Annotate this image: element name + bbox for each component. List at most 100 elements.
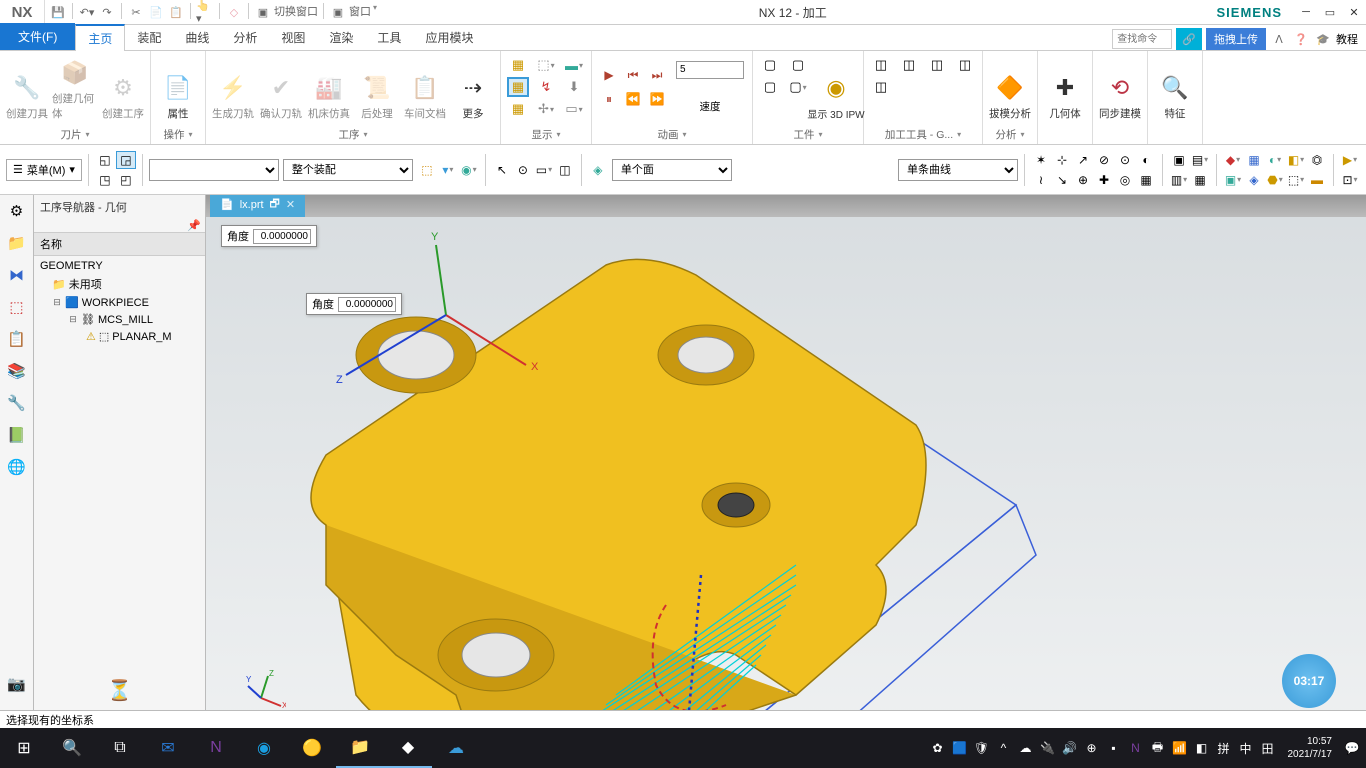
group-tool-label[interactable]: 刀片 bbox=[4, 125, 146, 144]
sync-modeling-button[interactable]: ⟲同步建模 bbox=[1097, 53, 1143, 121]
wp-btn-2[interactable]: ▢ bbox=[759, 77, 781, 97]
taskview-button[interactable]: ⧉ bbox=[96, 728, 144, 768]
help-icon[interactable]: ❓ bbox=[1292, 30, 1310, 48]
minimize-button[interactable]: ─ bbox=[1294, 2, 1318, 22]
search-button[interactable]: 🔍 bbox=[48, 728, 96, 768]
ime-grid-icon[interactable]: 田 bbox=[1258, 738, 1278, 758]
tray-power-icon[interactable]: 🔌 bbox=[1038, 738, 1058, 758]
assembly-filter-dd[interactable]: 整个装配 bbox=[283, 159, 413, 181]
grp-a2[interactable]: ▤ bbox=[1190, 151, 1210, 169]
tray-misc-icon[interactable]: ◧ bbox=[1192, 738, 1212, 758]
tab-file[interactable]: 文件(F) bbox=[0, 23, 75, 50]
window-menu-label[interactable]: 窗口 bbox=[349, 3, 371, 21]
tool-a3[interactable]: ◐ bbox=[1265, 151, 1285, 169]
tool-b5[interactable]: ▬ bbox=[1307, 171, 1327, 189]
angle-field-1[interactable] bbox=[253, 229, 311, 244]
cam-btn-4[interactable]: ◫ bbox=[926, 55, 948, 75]
link-button[interactable]: 🔗 bbox=[1176, 28, 1202, 50]
group-analysis-label[interactable]: 分析 bbox=[987, 125, 1033, 144]
switch-window-icon[interactable]: ▣ bbox=[254, 3, 272, 21]
face-filter-dd[interactable]: 单个面 bbox=[612, 159, 732, 181]
grp-b2[interactable]: ▦ bbox=[1190, 171, 1210, 189]
skip-fwd-button[interactable]: ⏩ bbox=[648, 90, 666, 108]
touch-icon[interactable]: 👆▾ bbox=[196, 3, 214, 21]
mail-app-icon[interactable]: ✉ bbox=[144, 728, 192, 768]
close-button[interactable]: ✕ bbox=[1342, 2, 1366, 22]
group-anim-label[interactable]: 动画 bbox=[596, 125, 748, 144]
pause-button[interactable]: ⏸ bbox=[600, 90, 618, 108]
browser-icon[interactable]: 🌐 bbox=[5, 455, 29, 479]
tray-defender-icon[interactable]: ⊕ bbox=[1082, 738, 1102, 758]
command-finder-input[interactable] bbox=[1112, 29, 1172, 49]
notifications-icon[interactable]: 💬 bbox=[1342, 738, 1362, 758]
cam-btn-2[interactable]: ◫ bbox=[870, 77, 892, 97]
end-a1[interactable]: ▶ bbox=[1340, 151, 1360, 169]
sel-ico-3[interactable]: ◳ bbox=[95, 171, 115, 189]
skip-back-button[interactable]: ⏪ bbox=[624, 90, 642, 108]
tray-printer-icon[interactable]: 🖶 bbox=[1148, 738, 1168, 758]
properties-button[interactable]: 📄属性 bbox=[155, 53, 201, 121]
explorer-app-icon[interactable]: 📁 bbox=[336, 728, 384, 768]
snap-b2[interactable]: ↘ bbox=[1052, 171, 1072, 189]
more-button[interactable]: ⇢更多 bbox=[450, 53, 496, 121]
disp-btn-3[interactable]: ▦ bbox=[507, 99, 529, 119]
show-3d-ipw-button[interactable]: ◉显示 3D IPW bbox=[813, 53, 859, 121]
cam-btn-5[interactable]: ◫ bbox=[954, 55, 976, 75]
tree-workpiece[interactable]: ⊟🟦 WORKPIECE bbox=[34, 294, 205, 311]
grp-b1[interactable]: ▥ bbox=[1169, 171, 1189, 189]
step-fwd-button[interactable]: ⏭ bbox=[648, 66, 666, 84]
tab-analysis[interactable]: 分析 bbox=[221, 25, 269, 50]
redo-icon[interactable]: ↷ bbox=[98, 3, 116, 21]
snap-ico-1[interactable]: ⬚ bbox=[417, 161, 437, 179]
tray-app-icon[interactable]: 🟦 bbox=[950, 738, 970, 758]
tab-render[interactable]: 渲染 bbox=[317, 25, 365, 50]
tab-tools[interactable]: 工具 bbox=[365, 25, 413, 50]
geom-nav-icon[interactable]: ⬚ bbox=[5, 295, 29, 319]
snap-ico-2[interactable]: ▾ bbox=[438, 161, 458, 179]
maximize-button[interactable]: ▭ bbox=[1318, 2, 1342, 22]
end-b1[interactable]: ⊡ bbox=[1340, 171, 1360, 189]
grp-a1[interactable]: ▣ bbox=[1169, 151, 1189, 169]
tool-b1[interactable]: ▣ bbox=[1223, 171, 1243, 189]
tutorial-icon[interactable]: 🎓 bbox=[1314, 30, 1332, 48]
camera-icon[interactable]: 📷 bbox=[5, 672, 29, 696]
disp-btn-9[interactable]: ▭ bbox=[563, 99, 585, 119]
angle-field-2[interactable] bbox=[338, 297, 396, 312]
tray-onenote-icon[interactable]: N bbox=[1126, 738, 1146, 758]
tab-assemblies[interactable]: 装配 bbox=[125, 25, 173, 50]
tray-shield-icon[interactable]: 🛡 bbox=[972, 738, 992, 758]
snap-a6[interactable]: ◐ bbox=[1136, 151, 1156, 169]
nx-app-icon[interactable]: ◆ bbox=[384, 728, 432, 768]
tool-b2[interactable]: ◈ bbox=[1244, 171, 1264, 189]
snap-ico-7[interactable]: ◫ bbox=[555, 161, 575, 179]
mctool-icon[interactable]: ⧓ bbox=[5, 263, 29, 287]
roles-icon[interactable]: 📗 bbox=[5, 423, 29, 447]
snap-b4[interactable]: ✚ bbox=[1094, 171, 1114, 189]
tutorial-label[interactable]: 教程 bbox=[1336, 31, 1358, 47]
drag-upload-button[interactable]: 拖拽上传 bbox=[1206, 28, 1266, 50]
cam-btn-1[interactable]: ◫ bbox=[870, 55, 892, 75]
snap-b3[interactable]: ⊕ bbox=[1073, 171, 1093, 189]
step-back-button[interactable]: ⏮ bbox=[624, 66, 642, 84]
snap-b6[interactable]: ▦ bbox=[1136, 171, 1156, 189]
edge-app-icon[interactable]: ◉ bbox=[240, 728, 288, 768]
settings-icon[interactable]: ⚙ bbox=[5, 199, 29, 223]
snap-ico-6[interactable]: ▭ bbox=[534, 161, 554, 179]
nav-column-name[interactable]: 名称 bbox=[34, 232, 205, 256]
tool-b4[interactable]: ⬚ bbox=[1286, 171, 1306, 189]
snap-a2[interactable]: ⊹ bbox=[1052, 151, 1072, 169]
tab-application[interactable]: 应用模块 bbox=[413, 25, 485, 50]
snap-b5[interactable]: ◎ bbox=[1115, 171, 1135, 189]
feature-button[interactable]: 🔍特征 bbox=[1152, 53, 1198, 121]
group-camtools-label[interactable]: 加工工具 - G... bbox=[868, 125, 978, 144]
tool-a4[interactable]: ◧ bbox=[1286, 151, 1306, 169]
onenote-app-icon[interactable]: N bbox=[192, 728, 240, 768]
graphics-canvas[interactable]: 📄 lx.prt 🗗 ✕ bbox=[206, 195, 1366, 728]
tool-b3[interactable]: ⬣ bbox=[1265, 171, 1285, 189]
save-icon[interactable]: 💾 bbox=[49, 3, 67, 21]
paste-icon[interactable]: 📋 bbox=[167, 3, 185, 21]
reuse-icon[interactable]: 📚 bbox=[5, 359, 29, 383]
tree-planar-mill[interactable]: ⚠ ⬚ PLANAR_M bbox=[34, 328, 205, 345]
angle-input-1[interactable]: 角度 bbox=[221, 225, 317, 247]
disp-btn-2[interactable]: ▦ bbox=[507, 77, 529, 97]
